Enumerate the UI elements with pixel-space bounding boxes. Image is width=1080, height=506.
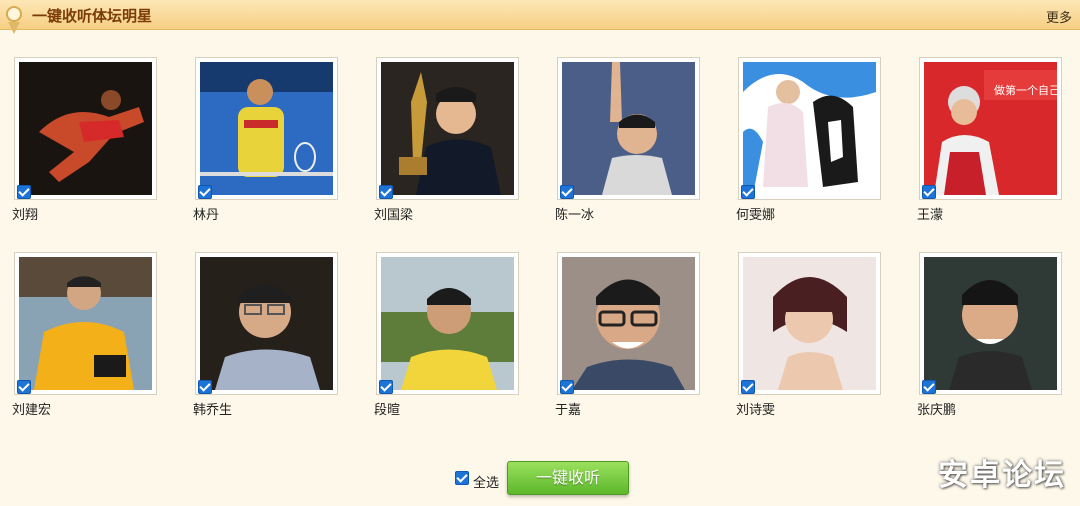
man-with-camera-image (19, 257, 152, 390)
skater-with-flag-image: 做第一个自己 (924, 62, 1057, 195)
man-outdoors-image (381, 257, 514, 390)
star-card[interactable]: 陈一冰 (555, 57, 702, 227)
star-checkbox[interactable] (198, 185, 212, 199)
star-name[interactable]: 刘翔 (12, 204, 38, 223)
star-name[interactable]: 何雯娜 (736, 204, 775, 223)
star-photo[interactable] (14, 57, 157, 200)
gymnast-pointing-up-image (562, 62, 695, 195)
badminton-player-image (200, 62, 333, 195)
select-all-label[interactable]: 全选 (473, 472, 499, 491)
man-with-glasses-image (200, 257, 333, 390)
star-photo[interactable] (738, 57, 881, 200)
star-card[interactable]: 刘国梁 (374, 57, 521, 227)
woman-with-dog-image (743, 62, 876, 195)
star-checkbox[interactable] (741, 185, 755, 199)
star-photo[interactable] (14, 252, 157, 395)
star-checkbox[interactable] (379, 185, 393, 199)
star-name[interactable]: 刘国梁 (374, 204, 413, 223)
star-name[interactable]: 陈一冰 (555, 204, 594, 223)
star-card[interactable]: 于嘉 (555, 252, 702, 422)
star-name[interactable]: 张庆鹏 (917, 399, 956, 418)
star-name[interactable]: 刘建宏 (12, 399, 51, 418)
star-checkbox[interactable] (17, 380, 31, 394)
star-name[interactable]: 于嘉 (555, 399, 581, 418)
star-card[interactable]: 刘建宏 (12, 252, 159, 422)
watermark: 安卓论坛 (938, 458, 1066, 493)
star-checkbox[interactable] (922, 185, 936, 199)
star-name[interactable]: 林丹 (193, 204, 219, 223)
star-checkbox[interactable] (17, 185, 31, 199)
star-photo[interactable] (195, 57, 338, 200)
star-checkbox[interactable] (560, 185, 574, 199)
man-holding-trophy-image (381, 62, 514, 195)
star-checkbox[interactable] (741, 380, 755, 394)
star-photo[interactable] (195, 252, 338, 395)
star-card[interactable]: 林丹 (193, 57, 340, 227)
star-card[interactable]: 做第一个自己王濛 (917, 57, 1064, 227)
star-card[interactable]: 张庆鹏 (917, 252, 1064, 422)
star-name[interactable]: 王濛 (917, 204, 943, 223)
star-card[interactable]: 何雯娜 (736, 57, 883, 227)
star-photo[interactable] (738, 252, 881, 395)
star-card[interactable]: 段暄 (374, 252, 521, 422)
athlete-hurdling-image (19, 62, 152, 195)
listen-all-button[interactable]: 一键收听 (507, 461, 629, 495)
star-photo[interactable] (376, 252, 519, 395)
star-grid: 刘翔 林丹 刘国梁 陈一冰 何雯娜 做第一个自己王濛刘建宏 韩乔生 段暄 于嘉 刘诗雯 张庆鹏 (0, 0, 1080, 420)
star-photo[interactable]: 做第一个自己 (919, 57, 1062, 200)
star-checkbox[interactable] (198, 380, 212, 394)
star-card[interactable]: 刘翔 (12, 57, 159, 227)
star-photo[interactable] (919, 252, 1062, 395)
star-card[interactable]: 刘诗雯 (736, 252, 883, 422)
star-card[interactable]: 韩乔生 (193, 252, 340, 422)
star-photo[interactable] (557, 252, 700, 395)
svg-text:做第一个自己: 做第一个自己 (994, 83, 1057, 97)
star-photo[interactable] (557, 57, 700, 200)
man-with-glasses-smiling-image (562, 257, 695, 390)
man-smiling-image (924, 257, 1057, 390)
select-all-checkbox[interactable] (455, 471, 469, 485)
star-name[interactable]: 韩乔生 (193, 399, 232, 418)
woman-short-hair-image (743, 257, 876, 390)
star-checkbox[interactable] (560, 380, 574, 394)
star-checkbox[interactable] (379, 380, 393, 394)
star-name[interactable]: 段暄 (374, 399, 400, 418)
star-photo[interactable] (376, 57, 519, 200)
star-checkbox[interactable] (922, 380, 936, 394)
star-name[interactable]: 刘诗雯 (736, 399, 775, 418)
